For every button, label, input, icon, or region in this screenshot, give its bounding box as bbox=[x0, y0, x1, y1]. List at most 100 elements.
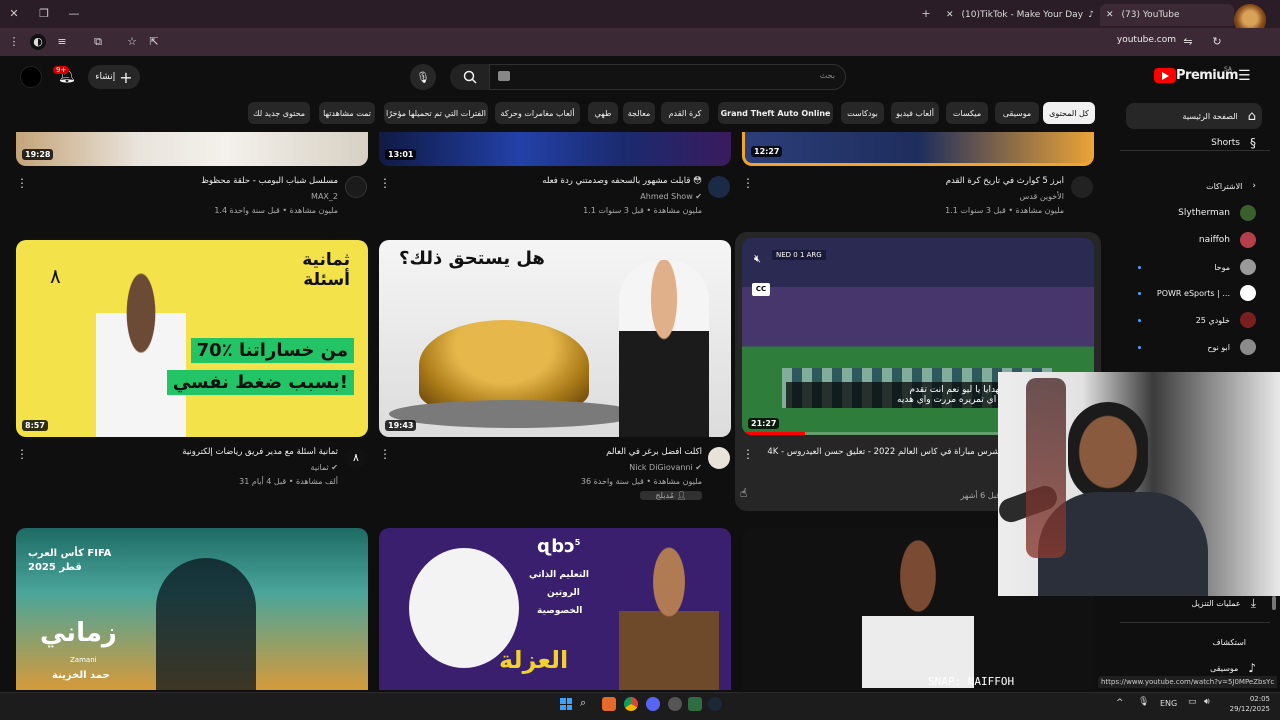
sidebar-item-home[interactable]: الصفحة الرئيسية ⌂ bbox=[1126, 103, 1262, 129]
video-menu-icon[interactable]: ⋮ bbox=[742, 176, 754, 190]
restore-window-icon[interactable]: ❐ bbox=[36, 6, 52, 22]
filter-chip[interactable]: كرة القدم bbox=[661, 102, 709, 124]
filter-chip[interactable]: ألعاب فيديو bbox=[891, 102, 939, 124]
channel-name[interactable]: MAX_2 bbox=[40, 192, 338, 201]
channel-avatar[interactable] bbox=[708, 176, 730, 198]
video-thumbnail[interactable]: 13:01 bbox=[379, 132, 731, 166]
mute-icon[interactable]: 🔇︎ bbox=[754, 252, 761, 266]
video-thumbnail[interactable]: كأس العرب FIFA قطر 2025 زماني Zamani حمد… bbox=[16, 528, 368, 690]
network-icon[interactable]: ▭ bbox=[1188, 697, 1197, 707]
sidebar-item-channel[interactable]: موحا bbox=[1126, 254, 1262, 280]
video-menu-icon[interactable]: ⋮ bbox=[379, 176, 391, 190]
playlist-icon[interactable]: ≡ bbox=[54, 34, 70, 50]
discord-icon[interactable] bbox=[646, 697, 660, 711]
tiktok-icon: ♪ bbox=[1088, 10, 1094, 20]
clock[interactable]: 02:05 29/12/2025 bbox=[1226, 694, 1270, 714]
bookmark-star-icon[interactable]: ☆ bbox=[124, 34, 140, 50]
video-title[interactable]: قابلت مشهور بالسحفه وصدمتني ردة فعله 😳 bbox=[400, 176, 702, 186]
avatar bbox=[1240, 259, 1256, 275]
channel-avatar[interactable] bbox=[1071, 176, 1093, 198]
video-title[interactable]: أبرز 5 كوارث في تاريخ كرة القدم bbox=[762, 176, 1064, 186]
video-title[interactable]: 4K - أشرس مباراة في كأس العالم 2022 - تع… bbox=[762, 447, 1002, 457]
video-title[interactable]: ثمانية أسئلة مع مدير فريق رياضات إلكترون… bbox=[40, 447, 338, 457]
sidebar-item-channel[interactable]: POWR eSports | ... bbox=[1126, 280, 1262, 306]
filter-chip[interactable]: طهي bbox=[588, 102, 618, 124]
sidebar-item-channel[interactable]: naiffoh bbox=[1126, 227, 1262, 253]
video-menu-icon[interactable]: ⋮ bbox=[16, 176, 28, 190]
filter-chip[interactable]: معالجة bbox=[623, 102, 655, 124]
progress-fill bbox=[742, 432, 806, 435]
tab-tiktok[interactable]: ✕ (10)TikTok - Make Your Day ♪ bbox=[940, 4, 1100, 26]
hamburger-menu-icon[interactable]: ☰ bbox=[1238, 68, 1251, 84]
closed-captions-button[interactable]: CC bbox=[752, 283, 770, 296]
close-window-icon[interactable]: ✕ bbox=[6, 6, 22, 22]
channel-avatar[interactable] bbox=[708, 447, 730, 469]
sidebar-item-shorts[interactable]: Shorts § bbox=[1126, 130, 1262, 156]
video-thumbnail[interactable]: 12:27 bbox=[742, 132, 1094, 166]
language-indicator[interactable]: ENG bbox=[1160, 699, 1177, 708]
tray-chevron-up-icon[interactable]: ^ bbox=[1116, 698, 1124, 708]
video-menu-icon[interactable]: ⋮ bbox=[16, 447, 28, 461]
filter-chip[interactable]: تمت مشاهدتها bbox=[319, 102, 375, 124]
background-figure bbox=[1026, 378, 1066, 558]
sidebar-item-channel[interactable]: ابو نوح bbox=[1126, 334, 1262, 360]
channel-name-row: Nick DiGiovanni ✔ bbox=[400, 463, 702, 472]
menu-dots-icon[interactable]: ⋮ bbox=[6, 34, 22, 50]
url-field[interactable]: youtube.com bbox=[1060, 35, 1176, 45]
video-menu-icon[interactable]: ⋮ bbox=[742, 447, 754, 461]
site-settings-icon[interactable]: ⇋ bbox=[1180, 34, 1196, 50]
channel-name[interactable]: الأخوين قدس bbox=[762, 192, 1064, 201]
sidebar-item-channel[interactable]: Slytherman bbox=[1126, 200, 1262, 226]
channel-name[interactable]: ثمانية bbox=[311, 463, 329, 472]
filter-chip[interactable]: Grand Theft Auto Online bbox=[718, 102, 833, 124]
microphone-tray-icon[interactable]: 🎙︎ bbox=[1138, 697, 1149, 707]
filter-chip[interactable]: الفترات التي تم تحميلها مؤخرًا bbox=[384, 102, 488, 124]
create-button[interactable]: إنشاء + bbox=[88, 65, 140, 89]
share-icon[interactable]: ⇱ bbox=[146, 34, 162, 50]
account-avatar[interactable] bbox=[20, 66, 42, 88]
search-button[interactable] bbox=[450, 64, 490, 90]
close-tab-icon[interactable]: ✕ bbox=[946, 10, 954, 20]
video-title[interactable]: مسلسل شباب البومب - حلقة محظوظ bbox=[40, 176, 338, 186]
new-tab-icon[interactable]: + bbox=[918, 6, 934, 22]
channel-name[interactable]: Ahmed Show bbox=[640, 192, 692, 201]
steam-icon[interactable] bbox=[708, 697, 722, 711]
volume-icon[interactable]: 🔊︎ bbox=[1204, 697, 1210, 707]
channel-name[interactable]: Nick DiGiovanni bbox=[629, 463, 692, 472]
close-tab-icon[interactable]: ✕ bbox=[1106, 10, 1114, 20]
sidebar-scrollbar[interactable] bbox=[1272, 596, 1276, 610]
keyboard-icon[interactable] bbox=[498, 71, 510, 81]
sidebar-item-label: عمليات التنزيل bbox=[1191, 598, 1241, 608]
filter-chip[interactable]: ميكسات bbox=[946, 102, 988, 124]
extensions-puzzle-icon[interactable]: ⧉ bbox=[90, 34, 106, 50]
video-menu-icon[interactable]: ⋮ bbox=[379, 447, 391, 461]
channel-avatar[interactable]: ٨ bbox=[345, 447, 367, 469]
filter-chip[interactable]: محتوى جديد لك bbox=[248, 102, 310, 124]
channel-avatar[interactable] bbox=[345, 176, 367, 198]
taskbar-search-icon[interactable]: ⌕ bbox=[580, 696, 586, 710]
filter-chip[interactable]: بودكاست bbox=[841, 102, 884, 124]
youtube-logo-icon[interactable] bbox=[1154, 68, 1176, 83]
app-icon[interactable] bbox=[688, 697, 702, 711]
video-thumbnail[interactable]: 19:28 bbox=[16, 132, 368, 166]
video-thumbnail[interactable]: ٨ ثمانية أسئلة 70٪ من خساراتنا بسبب ضغط … bbox=[16, 240, 368, 437]
chrome-icon[interactable] bbox=[624, 697, 638, 711]
filter-chip[interactable]: كل المحتوى bbox=[1043, 102, 1095, 124]
windows-start-icon[interactable] bbox=[560, 698, 572, 710]
video-title[interactable]: أكلت أفضل برغر في العالم bbox=[400, 447, 702, 457]
filter-chip[interactable]: موسيقى bbox=[995, 102, 1039, 124]
minimize-window-icon[interactable]: — bbox=[66, 6, 82, 22]
sidebar-subscriptions-header[interactable]: الاشتراكات › bbox=[1126, 173, 1262, 199]
app-icon[interactable] bbox=[668, 697, 682, 711]
video-thumbnail[interactable]: هل يستحق ذلك؟ 19:43 bbox=[379, 240, 731, 437]
tab-youtube[interactable]: ✕ (73) YouTube bbox=[1100, 4, 1234, 26]
app-icon[interactable] bbox=[602, 697, 616, 711]
video-thumbnail[interactable]: ɋbɔ5 التعليم الذاتي الروتين الخصوصية الع… bbox=[379, 528, 731, 690]
sidebar-item-label: Shorts bbox=[1211, 138, 1240, 148]
filter-chip[interactable]: ألعاب مغامرات وحركة bbox=[495, 102, 580, 124]
search-input[interactable]: بحث bbox=[489, 64, 846, 90]
sidebar-item-channel[interactable]: خلودي 25 bbox=[1126, 307, 1262, 333]
voice-search-button[interactable]: 🎙︎ bbox=[410, 64, 436, 90]
reload-icon[interactable]: ↻ bbox=[1209, 34, 1225, 50]
extension-icon[interactable]: ◐ bbox=[30, 34, 46, 50]
